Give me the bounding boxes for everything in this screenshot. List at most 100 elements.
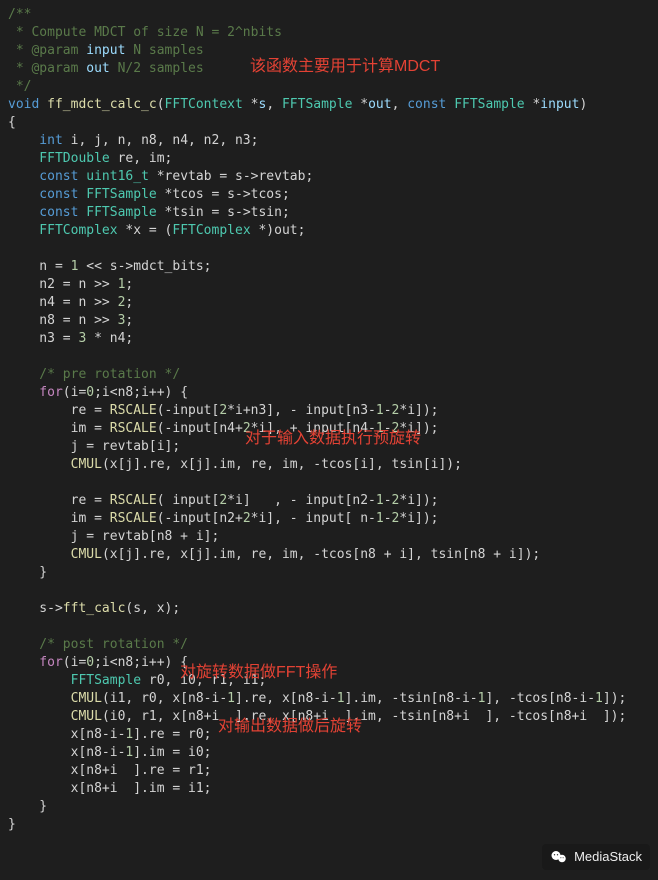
stmt: x[n8+i ].re = r1;	[8, 763, 212, 778]
macro: RSCALE	[110, 511, 157, 526]
var-decl: *revtab = s->revtab;	[149, 169, 313, 184]
type-int: int	[8, 133, 63, 148]
macro: RSCALE	[110, 421, 157, 436]
space	[446, 97, 454, 112]
brace: }	[8, 565, 47, 580]
for-head: (i=	[63, 655, 86, 670]
comment-line: */	[8, 79, 31, 94]
stmt: ( input[	[157, 493, 220, 508]
var-decl: *)out;	[251, 223, 306, 238]
stmt: ]);	[603, 691, 626, 706]
number: 1	[337, 691, 345, 706]
punct: *	[352, 97, 368, 112]
stmt: (-input[	[157, 403, 220, 418]
param: input	[540, 97, 579, 112]
stmt: ].im = i0;	[133, 745, 211, 760]
keyword-const: const	[407, 97, 446, 112]
stmt	[8, 457, 71, 472]
stmt: * n4;	[86, 331, 133, 346]
var-decl: *tsin = s->tsin;	[157, 205, 290, 220]
stmt: -	[384, 511, 392, 526]
for-head: (i=	[63, 385, 86, 400]
watermark: MediaStack	[542, 844, 650, 870]
for-head: ;i<n8;i++) {	[94, 385, 188, 400]
stmt	[8, 709, 71, 724]
keyword-const: const	[8, 187, 78, 202]
number: 1	[227, 691, 235, 706]
type: uint16_t	[78, 169, 148, 184]
number: 0	[86, 655, 94, 670]
stmt: j = revtab[i];	[8, 439, 180, 454]
number: 0	[86, 385, 94, 400]
stmt: ].re = r0;	[133, 727, 211, 742]
type: FFTComplex	[172, 223, 250, 238]
stmt: x[n8-i-	[8, 745, 125, 760]
stmt: -	[384, 493, 392, 508]
var-decl: re, im;	[110, 151, 173, 166]
type: FFTContext	[165, 97, 243, 112]
number: 2	[243, 511, 251, 526]
function-name: ff_mdct_calc_c	[47, 97, 157, 112]
punct: )	[579, 97, 587, 112]
annotation-4: 对输出数据做后旋转	[218, 718, 362, 736]
param-name: input	[86, 43, 125, 58]
keyword-const: const	[8, 169, 78, 184]
param-name: out	[86, 61, 109, 76]
keyword-void: void	[8, 97, 39, 112]
number: 1	[376, 403, 384, 418]
stmt: (i1, r0, x[n8-i-	[102, 691, 227, 706]
wechat-icon	[550, 848, 568, 866]
comment-line: * @param	[8, 43, 86, 58]
number: 2	[219, 493, 227, 508]
stmt: re =	[8, 493, 110, 508]
stmt: ].im, -tsin[n8-i-	[345, 691, 478, 706]
type: FFTDouble	[8, 151, 110, 166]
stmt: *i+n3], - input[n3-	[227, 403, 376, 418]
stmt: (i0, r1, x[n8+i ].re, x[n8+i ].im, -tsin…	[102, 709, 626, 724]
type: FFTSample	[282, 97, 352, 112]
macro: CMUL	[71, 691, 102, 706]
comment-line: * Compute MDCT of size N = 2^nbits	[8, 25, 282, 40]
punct: (	[157, 97, 165, 112]
var-decl: i, j, n, n8, n4, n2, n3;	[63, 133, 259, 148]
annotation-3: 对旋转数据做FFT操作	[180, 664, 337, 682]
stmt: (x[j].re, x[j].im, re, im, -tcos[i], tsi…	[102, 457, 462, 472]
stmt: n2 = n >>	[8, 277, 118, 292]
stmt: n8 = n >>	[8, 313, 118, 328]
stmt: -	[384, 403, 392, 418]
param: out	[368, 97, 391, 112]
stmt: x[n8-i-	[8, 727, 125, 742]
comment-line: N samples	[125, 43, 203, 58]
var-decl: *tcos = s->tcos;	[157, 187, 290, 202]
for-head: ;i<n8;i++) {	[94, 655, 188, 670]
stmt: im =	[8, 511, 110, 526]
type: FFTSample	[454, 97, 524, 112]
type: FFTComplex	[8, 223, 118, 238]
type: FFTSample	[71, 673, 141, 688]
watermark-text: MediaStack	[574, 848, 642, 866]
number: 2	[219, 403, 227, 418]
stmt: ;	[125, 313, 133, 328]
number: 1	[376, 511, 384, 526]
keyword-for: for	[8, 385, 63, 400]
macro: RSCALE	[110, 493, 157, 508]
stmt: *i]);	[399, 493, 438, 508]
stmt	[8, 673, 71, 688]
macro: RSCALE	[110, 403, 157, 418]
stmt	[8, 691, 71, 706]
stmt: *i] , - input[n2-	[227, 493, 376, 508]
comment-line: /**	[8, 7, 31, 22]
stmt: *i], - input[ n-	[251, 511, 376, 526]
annotation-1: 该函数主要用于计算MDCT	[250, 58, 440, 76]
stmt: ;	[125, 277, 133, 292]
number: 1	[376, 493, 384, 508]
number: 1	[595, 691, 603, 706]
annotation-2: 对于输入数据执行预旋转	[245, 430, 421, 448]
stmt: n3 =	[8, 331, 78, 346]
stmt: n =	[8, 259, 71, 274]
type: FFTSample	[78, 205, 156, 220]
punct: ,	[392, 97, 408, 112]
punct: *	[243, 97, 259, 112]
macro: CMUL	[71, 709, 102, 724]
keyword-const: const	[8, 205, 78, 220]
